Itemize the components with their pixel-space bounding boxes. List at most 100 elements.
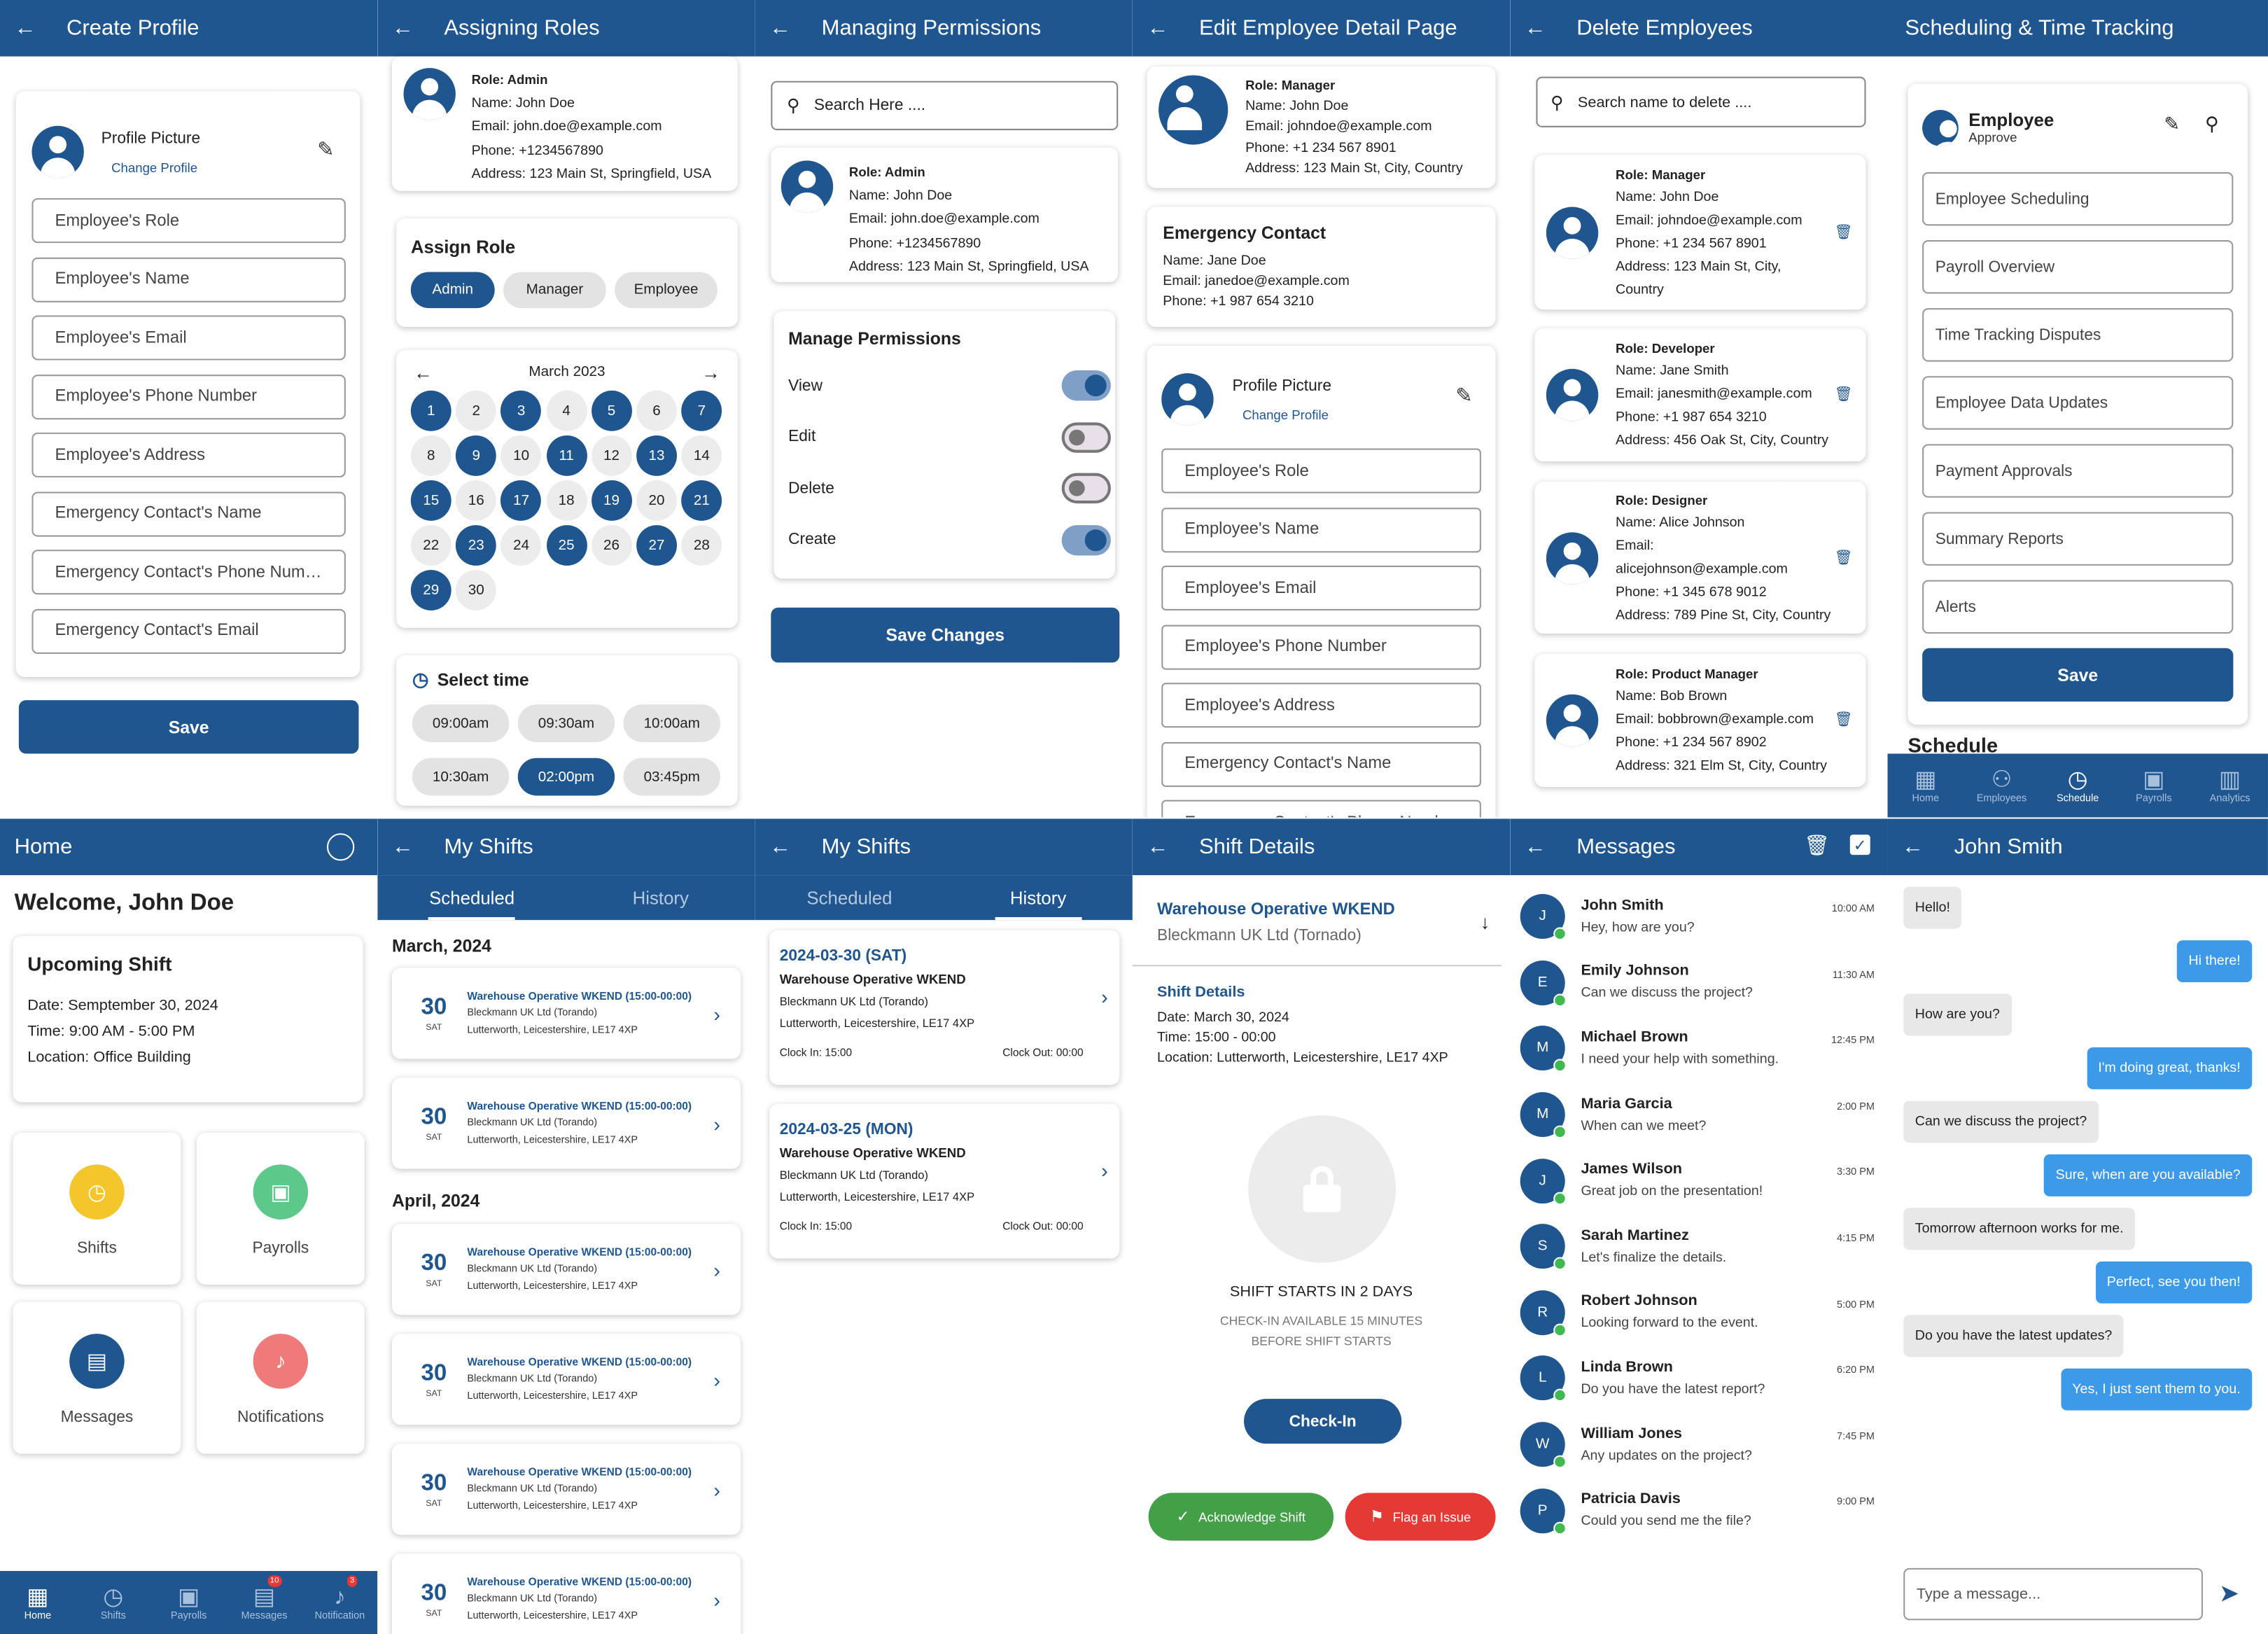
search-input[interactable]: ⚲ Search name to delete .... [1536, 76, 1866, 127]
form-field[interactable]: Employee's Address [1161, 683, 1481, 728]
save-button[interactable]: Save [18, 700, 359, 754]
message-row[interactable]: M Michael Brown I need your help with some… [1510, 1016, 1887, 1082]
nav-employees[interactable]: ⚇ Employees [1963, 754, 2040, 818]
calendar-day[interactable]: 26 [591, 525, 632, 566]
form-field[interactable]: Emergency Contact's Phone Num… [31, 550, 346, 595]
form-field[interactable]: Emergency Contact's Name [1161, 741, 1481, 787]
calendar-day[interactable]: 13 [636, 435, 677, 476]
message-row[interactable]: P Patricia Davis Could you send me the fil… [1510, 1477, 1887, 1543]
form-field[interactable]: Employee's Role [31, 198, 346, 244]
calendar-day[interactable]: 9 [456, 435, 497, 476]
payrolls-tile[interactable]: ▣ Payrolls [197, 1132, 365, 1285]
save-changes-button[interactable]: Save Changes [771, 607, 1120, 663]
avatar[interactable] [31, 125, 84, 179]
calendar-day[interactable]: 3 [500, 390, 542, 431]
form-field[interactable]: Employee's Name [31, 256, 346, 302]
trash-icon[interactable]: 🗑 [1835, 550, 1853, 566]
time-slot[interactable]: 10:00am [623, 704, 721, 743]
trash-icon[interactable]: 🗑 [1835, 224, 1853, 240]
form-field[interactable]: Employee's Email [1161, 565, 1481, 610]
search-input[interactable]: ⚲ Search Here .... [771, 81, 1119, 130]
back-arrow-icon[interactable]: ← [769, 835, 810, 859]
schedule-option[interactable]: Employee Data Updates [1922, 376, 2234, 430]
form-field[interactable]: Employee's Name [1161, 507, 1481, 552]
message-row[interactable]: W William Jones Any updates on the project… [1510, 1411, 1887, 1477]
change-profile-link[interactable]: Change Profile [1242, 407, 1331, 422]
check-in-button[interactable]: Check-In [1244, 1399, 1402, 1444]
calendar-day[interactable]: 1 [410, 390, 451, 431]
schedule-option[interactable]: Alerts [1922, 580, 2234, 634]
tab-scheduled[interactable]: Scheduled [755, 875, 944, 920]
shift-card[interactable]: 30 SAT Warehouse Operative WKEND (15:00-00… [391, 1553, 741, 1634]
time-slot[interactable]: 09:30am [517, 704, 615, 743]
back-arrow-icon[interactable]: ← [1147, 16, 1188, 41]
history-card[interactable]: 2024-03-30 (SAT) Warehouse Operative WKEN… [769, 930, 1120, 1085]
message-input[interactable]: Type a message... [1903, 1567, 2203, 1621]
calendar-day[interactable]: 22 [410, 525, 451, 566]
calendar-day[interactable]: 11 [546, 435, 587, 476]
message-row[interactable]: E Emily Johnson Can we discuss the project… [1510, 950, 1887, 1016]
schedule-option[interactable]: Time Tracking Disputes [1922, 308, 2234, 362]
shift-card[interactable]: 30 SAT Warehouse Operative WKEND (15:00-00… [391, 1444, 741, 1535]
permission-toggle[interactable] [1061, 421, 1111, 453]
save-button[interactable]: Save [1922, 648, 2234, 702]
next-month-icon[interactable]: → [701, 362, 720, 384]
nav-home[interactable]: ▦ Home [1888, 754, 1964, 818]
calendar-day[interactable]: 28 [681, 525, 722, 566]
form-field[interactable]: Emergency Contact's Email [31, 608, 346, 653]
form-field[interactable]: Employee's Phone Number [1161, 624, 1481, 669]
time-slot[interactable]: 10:30am [412, 757, 510, 796]
calendar-day[interactable]: 24 [500, 525, 542, 566]
schedule-option[interactable]: Payment Approvals [1922, 444, 2234, 498]
shift-card[interactable]: 30 SAT Warehouse Operative WKEND (15:00-00… [391, 1334, 741, 1425]
trash-icon[interactable]: 🗑 [1835, 713, 1853, 729]
form-field[interactable]: Emergency Contact's Phone Number [1161, 799, 1481, 818]
calendar-day[interactable]: 12 [591, 435, 632, 476]
trash-icon[interactable]: 🗑 [1804, 833, 1830, 858]
tab-scheduled[interactable]: Scheduled [377, 875, 566, 920]
acknowledge-shift-button[interactable]: ✓ Acknowledge Shift [1148, 1493, 1334, 1541]
search-icon[interactable]: ⚲ [2205, 113, 2219, 136]
prev-month-icon[interactable]: ← [414, 362, 433, 384]
role-manager-chip[interactable]: Manager [503, 272, 606, 309]
back-arrow-icon[interactable]: ← [392, 16, 433, 41]
message-row[interactable]: J James Wilson Great job on the presentati… [1510, 1147, 1887, 1213]
nav-notification[interactable]: ♪ Notification 3 [302, 1571, 377, 1634]
back-arrow-icon[interactable]: ← [1525, 16, 1565, 41]
flag-issue-button[interactable]: ⚑ Flag an Issue [1345, 1493, 1496, 1541]
tab-history[interactable]: History [566, 875, 755, 920]
form-field[interactable]: Employee's Phone Number [31, 374, 346, 419]
calendar-day[interactable]: 5 [591, 390, 632, 431]
form-field[interactable]: Employee's Address [31, 432, 346, 477]
notifications-tile[interactable]: ♪ Notifications [197, 1301, 365, 1454]
pencil-icon[interactable]: ✎ [317, 137, 334, 162]
calendar-day[interactable]: 21 [681, 480, 722, 521]
back-arrow-icon[interactable]: ← [392, 835, 433, 859]
message-row[interactable]: R Robert Johnson Looking forward to the ev… [1510, 1280, 1887, 1346]
shift-card[interactable]: 30 SAT Warehouse Operative WKEND (15:00-00… [391, 1077, 741, 1169]
calendar-day[interactable]: 2 [456, 390, 497, 431]
back-arrow-icon[interactable]: ← [1147, 835, 1188, 859]
calendar-day[interactable]: 16 [456, 480, 497, 521]
pencil-icon[interactable]: ✎ [1455, 384, 1472, 408]
time-slot[interactable]: 09:00am [412, 704, 510, 743]
calendar-day[interactable]: 29 [410, 570, 451, 610]
message-row[interactable]: J John Smith Hey, how are you? 10:00 AM [1510, 884, 1887, 950]
nav-payrolls[interactable]: ▣ Payrolls [2116, 754, 2192, 818]
messages-tile[interactable]: ▤ Messages [13, 1301, 181, 1454]
calendar-day[interactable]: 4 [546, 390, 587, 431]
back-arrow-icon[interactable]: ← [15, 16, 55, 41]
permission-toggle[interactable] [1061, 524, 1111, 555]
checkbox-icon[interactable]: ✓ [1849, 835, 1870, 856]
calendar-day[interactable]: 19 [591, 480, 632, 521]
nav-schedule[interactable]: ◷ Schedule [2040, 754, 2116, 818]
history-card[interactable]: 2024-03-25 (MON) Warehouse Operative WKEN… [769, 1103, 1120, 1259]
permission-toggle[interactable] [1061, 473, 1111, 504]
back-arrow-icon[interactable]: ← [769, 16, 810, 41]
pencil-icon[interactable]: ✎ [2164, 113, 2180, 136]
shifts-tile[interactable]: ◷ Shifts [13, 1132, 181, 1285]
account-icon[interactable] [326, 833, 355, 861]
permission-toggle[interactable] [1061, 370, 1111, 401]
calendar-day[interactable]: 23 [456, 525, 497, 566]
nav-analytics[interactable]: ▥ Analytics [2192, 754, 2268, 818]
